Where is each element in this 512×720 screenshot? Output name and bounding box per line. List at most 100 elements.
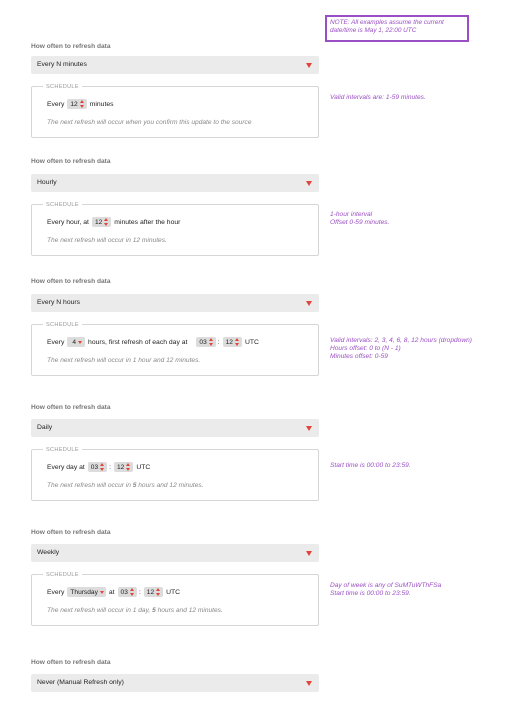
assumption-note: NOTE: All examples assume the current da…: [325, 15, 469, 42]
side-note-line: 1-hour interval: [330, 211, 373, 218]
schedule-legend: SCHEDULE: [43, 201, 82, 209]
side-note-line: Day of week is any of SuMTuWThFSa: [330, 582, 442, 589]
schedule-suffix: minutes: [89, 100, 114, 108]
refresh-config-every-n-hours: How often to refresh data Every N hours …: [31, 278, 319, 378]
chevron-down-icon: [306, 181, 312, 186]
timezone-label: UTC: [136, 463, 151, 471]
minute-value: 12: [146, 588, 155, 596]
frequency-label: How often to refresh data: [31, 278, 111, 285]
stepper-arrows-icon[interactable]: [234, 338, 240, 346]
side-note-line: Valid intervals: 2, 3, 4, 6, 8, 12 hours…: [330, 337, 472, 344]
next-refresh-note: The next refresh will occur in 5 hours a…: [47, 482, 204, 489]
stepper-arrows-icon[interactable]: [208, 338, 214, 346]
side-note-hourly: 1-hour interval Offset 0-59 minutes.: [330, 211, 389, 227]
side-note-minutes: Valid intervals are: 1-59 minutes.: [330, 94, 426, 102]
hour-value: 03: [199, 338, 207, 346]
chevron-down-icon: [306, 681, 312, 686]
day-of-week-dropdown[interactable]: Thursday: [67, 587, 106, 597]
next-refresh-note: The next refresh will occur in 1 hour an…: [47, 357, 201, 364]
stepper-arrows-icon[interactable]: [129, 588, 135, 596]
frequency-select-value: Hourly: [37, 179, 57, 186]
hour-stepper[interactable]: 03: [117, 587, 137, 597]
frequency-label: How often to refresh data: [31, 158, 111, 165]
minutes-value: 12: [70, 100, 78, 108]
hour-stepper[interactable]: 03: [87, 462, 108, 472]
chevron-down-icon: [306, 426, 312, 431]
schedule-legend: SCHEDULE: [43, 321, 82, 329]
schedule-middle: hours, first refresh of each day at: [88, 338, 188, 346]
day-of-week-value: Thursday: [70, 588, 98, 596]
hour-value: 03: [90, 463, 99, 471]
stepper-arrows-icon[interactable]: [79, 100, 85, 108]
next-refresh-note: The next refresh will occur in 1 day, 5 …: [47, 607, 223, 614]
frequency-select-value: Never (Manual Refresh only): [37, 679, 124, 686]
side-note-line: Hours offset: 0 to (N - 1): [330, 345, 401, 352]
schedule-panel: SCHEDULE Every 12 minutes The next refre…: [31, 83, 319, 138]
schedule-line: Every 12 minutes: [47, 98, 117, 110]
schedule-legend: SCHEDULE: [43, 571, 82, 579]
timezone-label: UTC: [244, 338, 259, 346]
time-separator: :: [138, 588, 141, 596]
frequency-select-value: Every N hours: [37, 299, 81, 306]
chevron-down-icon: [306, 551, 312, 556]
next-refresh-note-pre: The next refresh will occur in: [47, 482, 133, 489]
next-refresh-note: The next refresh will occur in 12 minute…: [47, 237, 167, 244]
schedule-line: Every hour, at 12 minutes after the hour: [47, 216, 183, 228]
hour-value: 03: [120, 588, 128, 596]
frequency-label: How often to refresh data: [31, 404, 111, 411]
frequency-select-value: Daily: [37, 424, 53, 431]
refresh-config-hourly: How often to refresh data Hourly SCHEDUL…: [31, 158, 319, 256]
minute-value: 12: [225, 338, 233, 346]
minute-stepper[interactable]: 12: [222, 337, 242, 347]
side-note-line: Start time is 00:00 to 23:59.: [330, 590, 411, 597]
schedule-prefix: Every day at: [47, 463, 85, 471]
schedule-prefix: Every: [47, 338, 65, 346]
stepper-arrows-icon[interactable]: [100, 463, 105, 471]
refresh-config-never: How often to refresh data Never (Manual …: [31, 659, 319, 695]
schedule-prefix: Every: [47, 100, 65, 108]
next-refresh-note-pre: The next refresh will occur in 1 day,: [47, 607, 153, 614]
frequency-select[interactable]: Every N minutes: [31, 56, 319, 74]
schedule-panel: SCHEDULE Every hour, at 12 minutes after…: [31, 201, 319, 256]
refresh-config-every-n-minutes: How often to refresh data Every N minute…: [31, 43, 319, 139]
minutes-stepper[interactable]: 12: [67, 99, 87, 109]
minute-value: 12: [117, 463, 125, 471]
hour-stepper[interactable]: 03: [196, 337, 216, 347]
schedule-panel: SCHEDULE Every day at 03 : 12 UTC The ne…: [31, 446, 319, 501]
next-refresh-note-post: hours and 12 minutes.: [155, 607, 223, 614]
minute-stepper[interactable]: 12: [114, 462, 134, 472]
frequency-select[interactable]: Daily: [31, 419, 319, 437]
schedule-prefix: Every hour, at: [47, 218, 89, 226]
side-note-line: Valid intervals are: 1-59 minutes.: [330, 94, 426, 101]
frequency-select-value: Every N minutes: [37, 61, 87, 68]
frequency-select[interactable]: Every N hours: [31, 294, 319, 312]
frequency-label: How often to refresh data: [31, 659, 111, 666]
time-separator: :: [109, 463, 112, 471]
schedule-line: Every 4 hours, first refresh of each day…: [47, 336, 262, 348]
frequency-select[interactable]: Hourly: [31, 174, 319, 192]
side-note-line: Offset 0-59 minutes.: [330, 219, 390, 226]
hours-interval-value: 4: [72, 338, 77, 346]
side-note-weekly: Day of week is any of SuMTuWThFSa Start …: [330, 582, 441, 598]
minute-stepper[interactable]: 12: [143, 587, 164, 597]
schedule-legend: SCHEDULE: [43, 83, 82, 91]
stepper-arrows-icon[interactable]: [126, 463, 131, 471]
timezone-label: UTC: [166, 588, 181, 596]
schedule-suffix: minutes after the hour: [114, 218, 181, 226]
minutes-value: 12: [94, 218, 103, 226]
side-note-line: Start time is 00:00 to 23:59.: [330, 462, 411, 469]
stepper-arrows-icon[interactable]: [156, 588, 161, 596]
chevron-down-icon: [306, 63, 312, 68]
minutes-stepper[interactable]: 12: [91, 217, 112, 227]
stepper-arrows-icon[interactable]: [104, 218, 109, 226]
side-note-daily: Start time is 00:00 to 23:59.: [330, 462, 411, 470]
frequency-select[interactable]: Never (Manual Refresh only): [31, 674, 319, 692]
hours-interval-dropdown[interactable]: 4: [67, 337, 86, 347]
chevron-down-icon: [306, 301, 312, 306]
chevron-down-icon: [99, 590, 104, 594]
frequency-select[interactable]: Weekly: [31, 544, 319, 562]
schedule-legend: SCHEDULE: [43, 446, 82, 454]
chevron-down-icon: [78, 340, 83, 344]
frequency-label: How often to refresh data: [31, 43, 111, 50]
schedule-line: Every Thursday at 03 : 12 UTC: [47, 586, 183, 598]
